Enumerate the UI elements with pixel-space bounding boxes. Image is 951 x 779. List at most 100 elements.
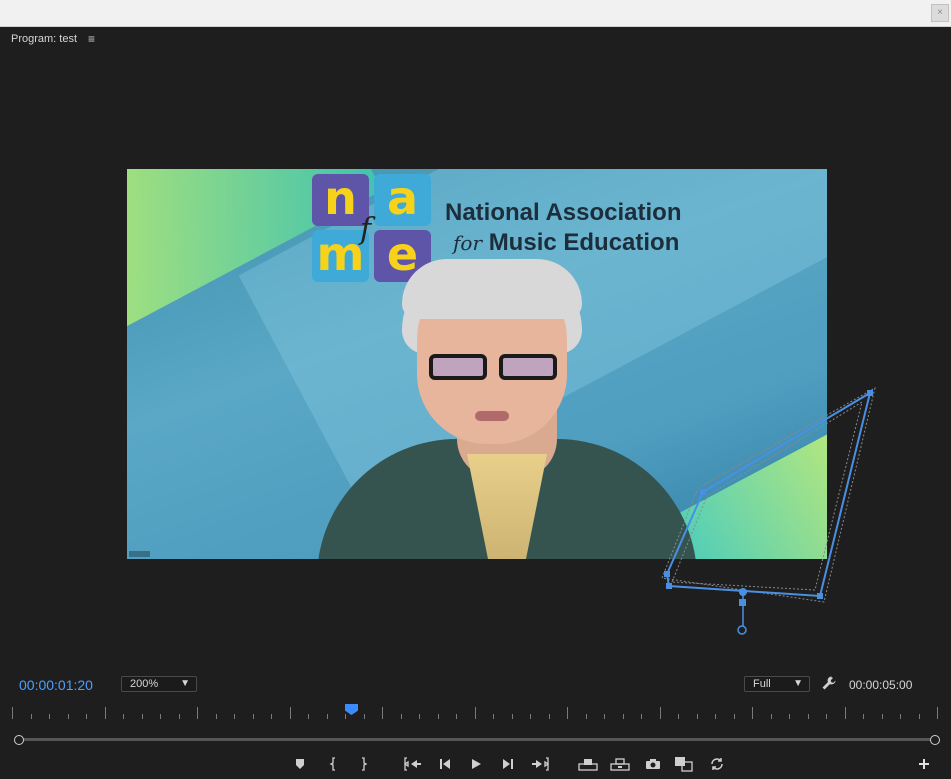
go-to-in-button[interactable] bbox=[402, 754, 424, 774]
current-timecode[interactable]: 00:00:01:20 bbox=[19, 677, 93, 693]
mask-feather-handle[interactable] bbox=[739, 599, 746, 606]
ruler-tick bbox=[530, 714, 531, 719]
wrench-icon[interactable] bbox=[821, 675, 837, 695]
proxy-toggle-button[interactable] bbox=[706, 754, 728, 774]
mask-expansion-handle[interactable] bbox=[739, 588, 747, 596]
time-ruler[interactable] bbox=[12, 705, 938, 719]
ruler-tick bbox=[660, 707, 661, 719]
extract-button[interactable] bbox=[609, 754, 631, 774]
panel-title[interactable]: Program: test bbox=[11, 33, 77, 45]
speaker-glasses bbox=[429, 354, 559, 382]
mask-vertex[interactable] bbox=[817, 593, 823, 599]
extract-icon bbox=[610, 758, 630, 771]
chevron-down-icon: ▼ bbox=[180, 678, 190, 689]
speaker-mouth bbox=[475, 411, 509, 421]
window-title-strip: × bbox=[0, 0, 951, 27]
ruler-tick bbox=[937, 707, 938, 719]
speaker-hair-top bbox=[402, 259, 582, 319]
hamburger-menu-icon[interactable]: ≡ bbox=[88, 32, 95, 46]
video-nametag bbox=[129, 551, 150, 557]
ruler-tick bbox=[401, 714, 402, 719]
org-name-line2: for Music Education bbox=[453, 229, 679, 257]
mark-out-button[interactable] bbox=[352, 754, 374, 774]
export-frame-button[interactable] bbox=[642, 754, 664, 774]
mask-vertex[interactable] bbox=[867, 390, 873, 396]
ruler-tick bbox=[197, 707, 198, 719]
mark-in-button[interactable] bbox=[323, 754, 345, 774]
ruler-tick bbox=[826, 714, 827, 719]
zoom-scroll-bar[interactable] bbox=[14, 735, 940, 745]
add-marker-button[interactable] bbox=[289, 754, 311, 774]
go-to-out-icon bbox=[532, 757, 549, 771]
step-back-icon bbox=[440, 759, 450, 769]
ruler-tick bbox=[549, 714, 550, 719]
proxy-toggle-icon bbox=[711, 758, 723, 770]
comparison-view-button[interactable] bbox=[673, 754, 695, 774]
ruler-tick bbox=[86, 714, 87, 719]
ruler-tick bbox=[105, 707, 106, 719]
ruler-tick bbox=[327, 714, 328, 719]
step-back-button[interactable] bbox=[434, 754, 456, 774]
mask-vertex[interactable] bbox=[666, 583, 672, 589]
lift-button[interactable] bbox=[577, 754, 599, 774]
ruler-tick bbox=[715, 714, 716, 719]
playback-resolution-select[interactable]: Full ▼ bbox=[744, 676, 810, 692]
play-icon bbox=[472, 759, 481, 769]
step-forward-icon bbox=[503, 759, 513, 769]
go-to-out-button[interactable] bbox=[529, 754, 551, 774]
step-forward-button[interactable] bbox=[497, 754, 519, 774]
play-button[interactable] bbox=[465, 754, 487, 774]
mask-feather-endpoint[interactable] bbox=[737, 625, 747, 635]
ruler-tick bbox=[771, 714, 772, 719]
ruler-tick bbox=[456, 714, 457, 719]
duration-timecode: 00:00:05:00 bbox=[849, 678, 913, 692]
zoom-scroll-handle-right[interactable] bbox=[930, 735, 940, 745]
speaker-figure bbox=[307, 259, 707, 559]
ruler-tick bbox=[31, 714, 32, 719]
ruler-tick bbox=[68, 714, 69, 719]
ruler-tick bbox=[641, 714, 642, 719]
ruler-tick bbox=[752, 707, 753, 719]
zoom-level-select[interactable]: 200% ▼ bbox=[121, 676, 197, 692]
ruler-tick bbox=[179, 714, 180, 719]
glasses-lens-right bbox=[499, 354, 557, 380]
close-icon[interactable]: × bbox=[931, 4, 949, 22]
ruler-tick bbox=[882, 714, 883, 719]
ruler-tick bbox=[697, 714, 698, 719]
ruler-tick bbox=[678, 714, 679, 719]
button-editor-button[interactable] bbox=[913, 754, 935, 774]
ruler-tick bbox=[216, 714, 217, 719]
ruler-tick bbox=[345, 714, 346, 719]
zoom-level-value: 200% bbox=[130, 678, 159, 690]
ruler-tick bbox=[382, 707, 383, 719]
ruler-tick bbox=[808, 714, 809, 719]
transport-controls bbox=[0, 752, 951, 776]
logo-tile-a: a bbox=[374, 174, 431, 226]
ruler-tick bbox=[623, 714, 624, 719]
lift-icon bbox=[578, 759, 598, 771]
ruler-tick bbox=[734, 714, 735, 719]
playback-resolution-value: Full bbox=[753, 678, 771, 690]
zoom-scroll-handle-left[interactable] bbox=[14, 735, 24, 745]
mask-vertex[interactable] bbox=[664, 571, 670, 577]
panel-header: Program: test ≡ bbox=[0, 27, 951, 51]
ruler-tick bbox=[234, 714, 235, 719]
logo-center-f: f bbox=[360, 212, 372, 247]
ruler-tick bbox=[160, 714, 161, 719]
ruler-tick bbox=[863, 714, 864, 719]
ruler-tick bbox=[49, 714, 50, 719]
org-name-for: for bbox=[453, 231, 483, 255]
ruler-tick bbox=[271, 714, 272, 719]
ruler-tick bbox=[308, 714, 309, 719]
program-monitor-video[interactable]: n a m e f National Association for Music… bbox=[127, 169, 827, 559]
go-to-in-icon bbox=[404, 757, 421, 771]
org-name-music-education: Music Education bbox=[488, 229, 680, 256]
mark-in-icon bbox=[329, 757, 335, 771]
ruler-tick bbox=[364, 714, 365, 719]
glasses-lens-left bbox=[429, 354, 487, 380]
ruler-tick bbox=[789, 714, 790, 719]
org-name-line1: National Association bbox=[445, 199, 682, 226]
ruler-tick bbox=[142, 714, 143, 719]
ruler-tick bbox=[438, 714, 439, 719]
ruler-tick bbox=[290, 707, 291, 719]
